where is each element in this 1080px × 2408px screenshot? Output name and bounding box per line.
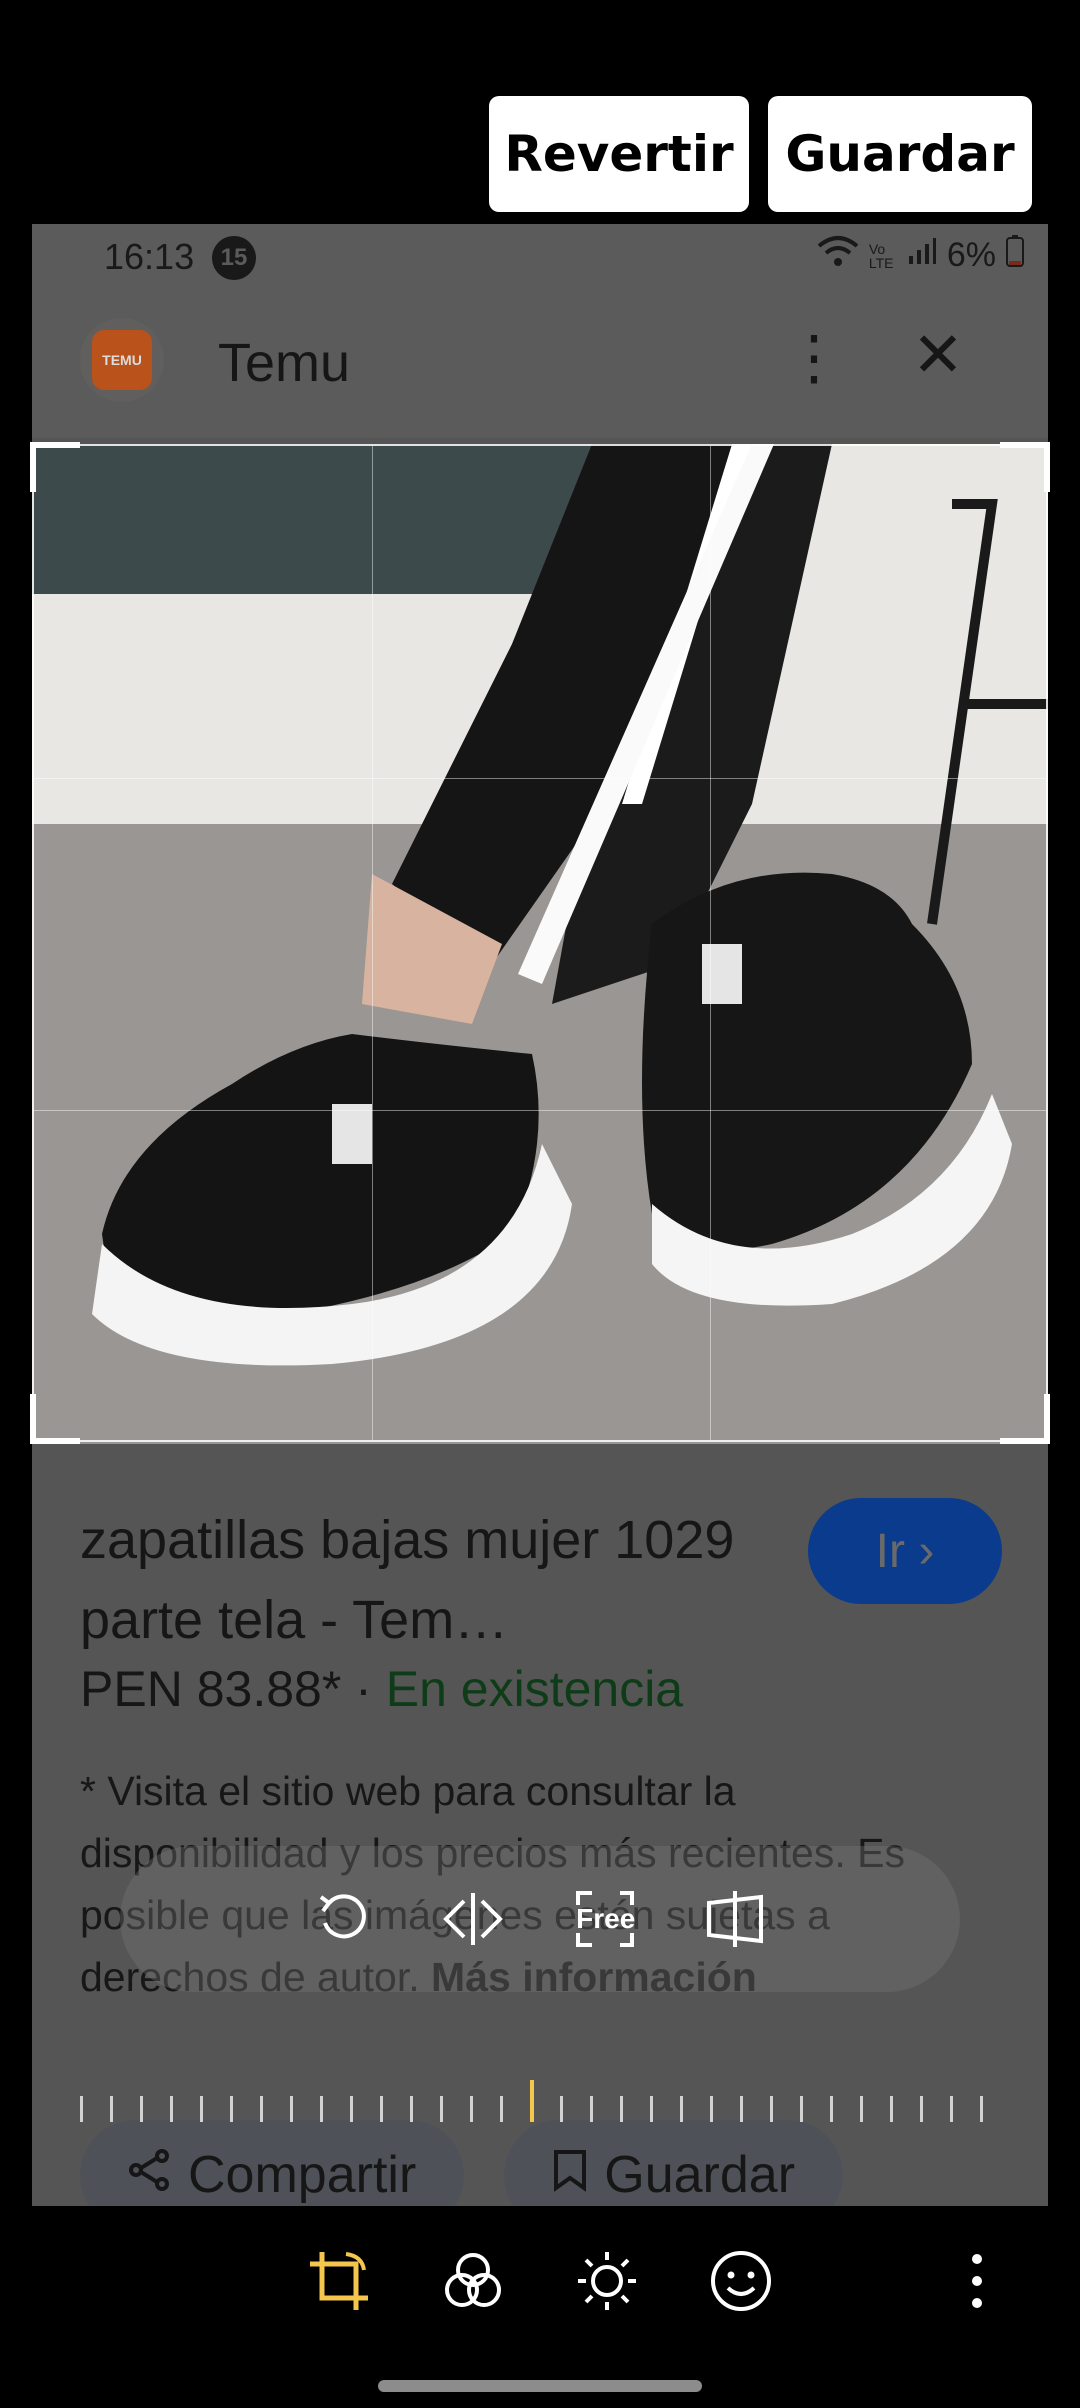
rotate-icon[interactable] bbox=[313, 1889, 373, 1949]
wifi-icon bbox=[817, 234, 859, 277]
notification-badge: 15 bbox=[212, 236, 256, 280]
product-info: zapatillas bajas mujer 1029 parte tela -… bbox=[32, 1460, 1048, 2206]
ruler-tick bbox=[980, 2096, 983, 2122]
ruler-tick bbox=[320, 2096, 323, 2122]
stock-status: En existencia bbox=[385, 1661, 684, 1717]
ruler-tick bbox=[770, 2096, 773, 2122]
crop-rotate-icon[interactable] bbox=[302, 2244, 376, 2318]
ruler-tick bbox=[110, 2096, 113, 2122]
save-button[interactable]: Guardar bbox=[768, 96, 1032, 212]
crop-handle-bottom-left[interactable] bbox=[30, 1394, 80, 1444]
ruler-tick bbox=[230, 2096, 233, 2122]
ruler-tick bbox=[80, 2096, 83, 2122]
ruler-tick bbox=[560, 2096, 563, 2122]
tone-brightness-icon[interactable] bbox=[570, 2244, 644, 2318]
ruler-tick bbox=[710, 2096, 713, 2122]
ruler-tick bbox=[410, 2096, 413, 2122]
ruler-center-tick bbox=[530, 2080, 534, 2122]
battery-percent: 6% bbox=[946, 236, 996, 274]
close-icon[interactable]: ✕ bbox=[912, 325, 964, 387]
price: PEN 83.88* bbox=[80, 1661, 342, 1717]
status-time: 16:13 bbox=[104, 236, 195, 277]
ruler-tick bbox=[350, 2096, 353, 2122]
share-button[interactable]: Compartir bbox=[80, 2120, 465, 2206]
go-button[interactable]: Ir › bbox=[808, 1498, 1002, 1604]
ruler-tick bbox=[860, 2096, 863, 2122]
volte-label: Vo LTE bbox=[868, 240, 894, 271]
ruler-tick bbox=[440, 2096, 443, 2122]
ruler-tick bbox=[200, 2096, 203, 2122]
bookmark-button[interactable]: Guardar bbox=[504, 2120, 844, 2206]
ruler-tick bbox=[620, 2096, 623, 2122]
ruler-tick bbox=[650, 2096, 653, 2122]
ruler-tick bbox=[260, 2096, 263, 2122]
transform-toolbar: Free bbox=[120, 1846, 960, 1992]
product-title: zapatillas bajas mujer 1029 parte tela -… bbox=[80, 1510, 735, 1650]
battery-icon bbox=[1006, 235, 1024, 276]
crop-handle-top-left[interactable] bbox=[30, 442, 80, 492]
ruler-tick bbox=[500, 2096, 503, 2122]
ruler-tick bbox=[830, 2096, 833, 2122]
crop-handle-bottom-right[interactable] bbox=[1000, 1394, 1050, 1444]
ruler-tick bbox=[470, 2096, 473, 2122]
app-name: Temu bbox=[218, 333, 351, 393]
ruler-tick bbox=[380, 2096, 383, 2122]
ruler-tick bbox=[740, 2096, 743, 2122]
price-line: PEN 83.88* · En existencia bbox=[80, 1661, 684, 1717]
ruler-tick bbox=[950, 2096, 953, 2122]
temu-logo: TEMU bbox=[80, 318, 164, 402]
more-vert-icon[interactable]: ⋮ bbox=[784, 328, 844, 388]
ruler-tick bbox=[290, 2096, 293, 2122]
more-options-icon[interactable] bbox=[940, 2244, 1014, 2318]
signal-icon bbox=[907, 236, 937, 275]
edit-toolbar bbox=[0, 2206, 1080, 2356]
sticker-emoji-icon[interactable] bbox=[704, 2244, 778, 2318]
bookmark-icon bbox=[552, 2145, 588, 2205]
rotation-ruler[interactable] bbox=[80, 2080, 983, 2126]
app-header: TEMU Temu ⋮ ✕ bbox=[32, 288, 1048, 438]
flip-icon[interactable] bbox=[438, 1889, 508, 1949]
ruler-tick bbox=[920, 2096, 923, 2122]
status-bar: 16:13 15 Vo LTE 6% bbox=[32, 224, 1048, 288]
perspective-icon[interactable] bbox=[703, 1887, 767, 1951]
gesture-bar bbox=[378, 2380, 702, 2392]
revert-button[interactable]: Revertir bbox=[489, 96, 749, 212]
free-ratio-button[interactable]: Free bbox=[574, 1887, 638, 1951]
ruler-tick bbox=[590, 2096, 593, 2122]
crop-handle-top-right[interactable] bbox=[1000, 442, 1050, 492]
share-icon bbox=[128, 2145, 172, 2205]
filters-icon[interactable] bbox=[436, 2244, 510, 2318]
crop-frame[interactable] bbox=[30, 442, 1050, 1444]
ruler-tick bbox=[680, 2096, 683, 2122]
ruler-tick bbox=[140, 2096, 143, 2122]
ruler-tick bbox=[800, 2096, 803, 2122]
ruler-tick bbox=[890, 2096, 893, 2122]
ruler-tick bbox=[170, 2096, 173, 2122]
